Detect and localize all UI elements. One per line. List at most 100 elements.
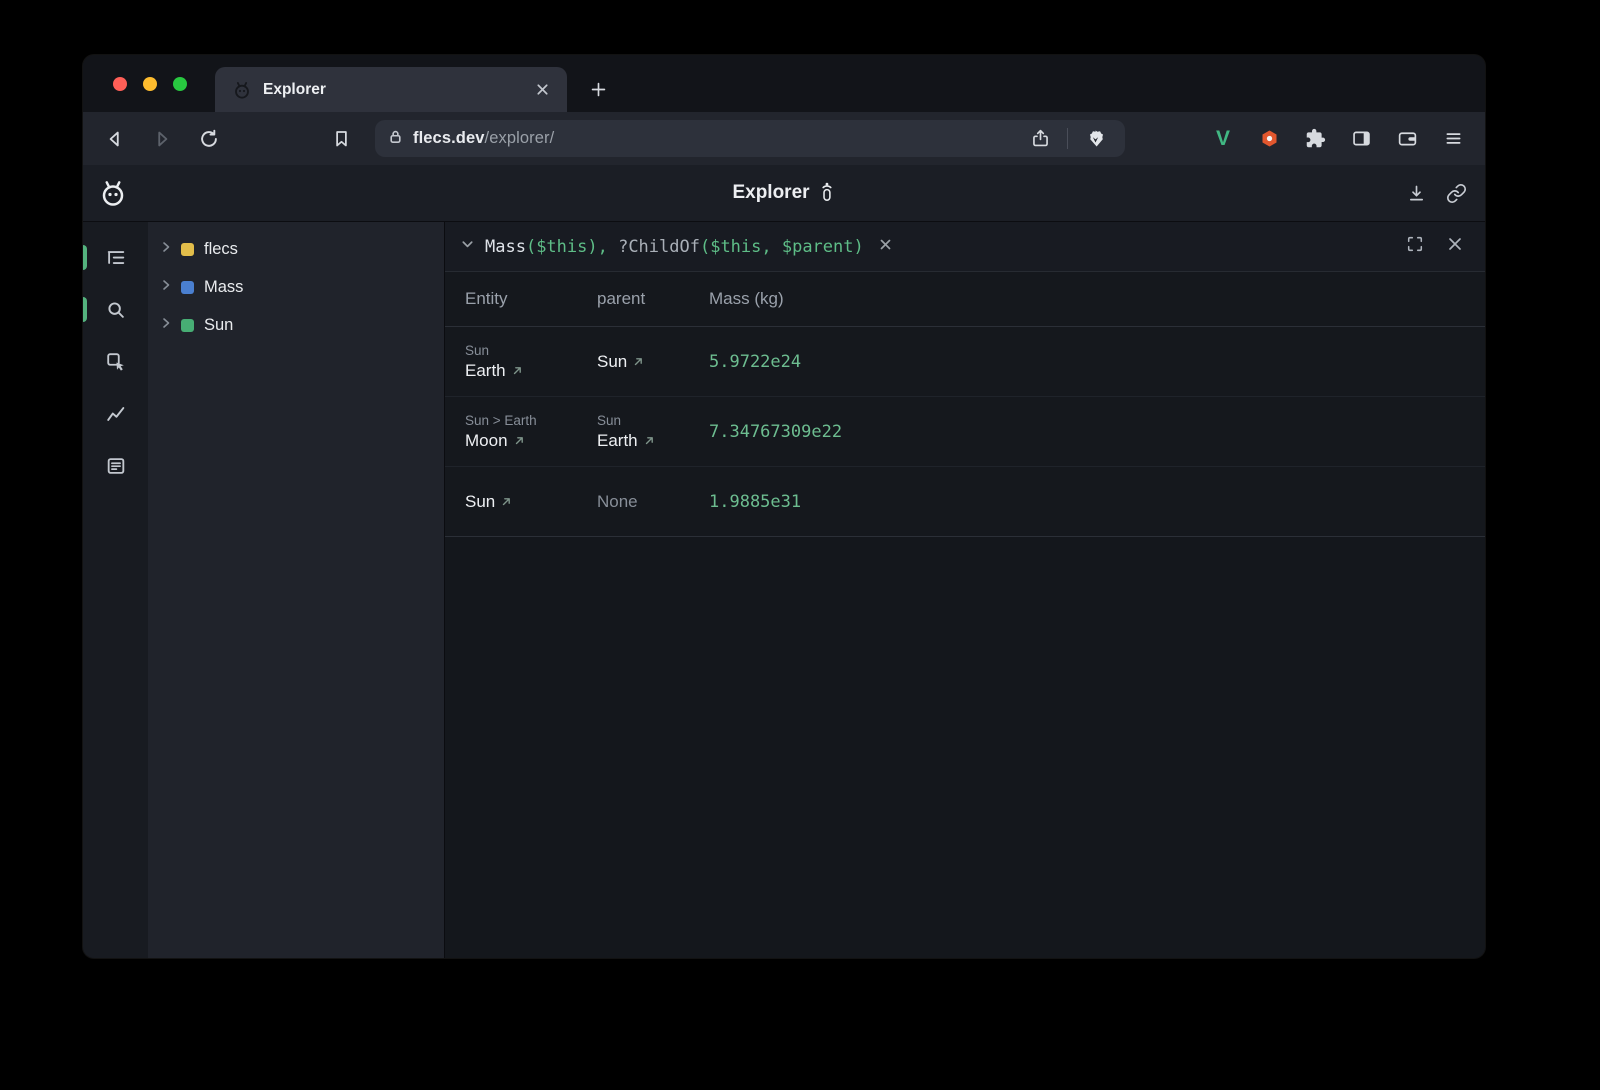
url-domain: flecs.dev xyxy=(413,129,485,147)
results-table-header: Entity parent Mass (kg) xyxy=(445,272,1485,327)
parent-link[interactable]: Earth xyxy=(597,431,709,451)
query-panel-button[interactable] xyxy=(83,292,148,327)
entity-color-swatch xyxy=(181,243,194,256)
toolbar-divider xyxy=(1067,128,1068,149)
panel-rail xyxy=(83,222,148,958)
close-query-icon[interactable] xyxy=(1447,236,1463,257)
parent-link[interactable]: Sun xyxy=(597,352,709,372)
mass-value: 7.34767309e22 xyxy=(709,422,1485,442)
fullscreen-icon[interactable] xyxy=(1406,235,1424,258)
window-controls xyxy=(113,77,187,91)
console-panel-button[interactable] xyxy=(83,448,148,483)
flecs-logo-icon xyxy=(97,177,129,209)
browser-toolbar: flecs.dev/explorer/ V xyxy=(83,112,1485,165)
parent-none-label: None xyxy=(597,492,709,512)
hexagon-extension-icon[interactable] xyxy=(1252,122,1286,156)
tree-item-label: Mass xyxy=(204,278,243,297)
parent-cell: None xyxy=(597,492,709,512)
chevron-right-icon[interactable] xyxy=(160,278,172,296)
close-window-button[interactable] xyxy=(113,77,127,91)
entity-name: Sun xyxy=(465,492,495,512)
entity-tree-panel-button[interactable] xyxy=(83,240,148,275)
chevron-right-icon[interactable] xyxy=(160,240,172,258)
remote-connection-icon[interactable] xyxy=(819,180,836,207)
parent-name: Earth xyxy=(597,431,638,451)
parent-parent-path: Sun xyxy=(597,413,709,428)
tree-item-flecs[interactable]: flecs xyxy=(148,230,444,268)
header-actions xyxy=(1399,176,1473,210)
back-button[interactable] xyxy=(95,119,135,159)
tab-title: Explorer xyxy=(263,81,519,99)
entity-cell: Sun > Earth Moon xyxy=(465,413,597,451)
tab-close-icon[interactable] xyxy=(530,78,554,102)
lock-icon xyxy=(388,129,403,149)
share-link-icon[interactable] xyxy=(1439,176,1473,210)
tree-item-mass[interactable]: Mass xyxy=(148,268,444,306)
minimize-window-button[interactable] xyxy=(143,77,157,91)
inspector-panel-button[interactable] xyxy=(83,344,148,379)
entity-parent-path: Sun xyxy=(465,343,597,358)
active-indicator xyxy=(83,245,87,270)
share-icon[interactable] xyxy=(1023,122,1057,156)
parent-cell: Sun xyxy=(597,352,709,372)
clear-query-icon[interactable] xyxy=(879,238,892,256)
new-tab-button[interactable] xyxy=(583,74,614,105)
explorer-header: Explorer xyxy=(83,165,1485,222)
download-icon[interactable] xyxy=(1399,176,1433,210)
entity-color-swatch xyxy=(181,319,194,332)
mass-value: 1.9885e31 xyxy=(709,492,1485,512)
chevron-down-icon[interactable] xyxy=(460,237,475,257)
menu-icon[interactable] xyxy=(1436,122,1470,156)
entity-link[interactable]: Sun xyxy=(465,492,597,512)
tree-item-sun[interactable]: Sun xyxy=(148,306,444,344)
entity-cell: Sun Earth xyxy=(465,343,597,381)
query-args: ($this), xyxy=(526,237,618,257)
entity-parent-path: Sun > Earth xyxy=(465,413,597,428)
sidebar-toggle-icon[interactable] xyxy=(1344,122,1378,156)
entity-link[interactable]: Earth xyxy=(465,361,597,381)
vue-devtools-icon[interactable]: V xyxy=(1206,122,1240,156)
table-row: Sun None 1.9885e31 xyxy=(445,467,1485,537)
brave-shields-icon[interactable] xyxy=(1078,122,1112,156)
reload-button[interactable] xyxy=(189,119,229,159)
query-panel: Mass($this), ?ChildOf($this, $parent) En… xyxy=(445,222,1485,958)
mass-value: 5.9722e24 xyxy=(709,352,1485,372)
query-header: Mass($this), ?ChildOf($this, $parent) xyxy=(445,222,1485,272)
entity-color-swatch xyxy=(181,281,194,294)
flecs-favicon-icon xyxy=(231,79,252,100)
external-link-icon xyxy=(644,431,655,451)
query-term: Mass xyxy=(485,237,526,257)
table-row: Sun > Earth Moon Sun Earth 7.34767309e22 xyxy=(445,397,1485,467)
extensions-group: V xyxy=(1206,122,1473,156)
browser-tab-explorer[interactable]: Explorer xyxy=(215,67,567,112)
column-header-mass: Mass (kg) xyxy=(709,289,1485,309)
extensions-puzzle-icon[interactable] xyxy=(1298,122,1332,156)
url-path: /explorer/ xyxy=(485,129,555,147)
query-term: ?ChildOf xyxy=(618,237,700,257)
forward-button[interactable] xyxy=(142,119,182,159)
vue-logo: V xyxy=(1216,127,1230,151)
query-args: ($this, $parent) xyxy=(700,237,864,257)
parent-name: None xyxy=(597,492,638,512)
address-bar[interactable]: flecs.dev/explorer/ xyxy=(375,120,1125,157)
tab-strip: Explorer xyxy=(83,55,1485,112)
explorer-body: flecs Mass Sun Mass($this), ?ChildOf($th… xyxy=(83,222,1485,958)
chevron-right-icon[interactable] xyxy=(160,316,172,334)
column-header-parent: parent xyxy=(597,289,709,309)
entity-tree-panel: flecs Mass Sun xyxy=(148,222,445,958)
entity-cell: Sun xyxy=(465,492,597,512)
stats-panel-button[interactable] xyxy=(83,396,148,431)
nav-buttons xyxy=(95,119,229,159)
query-input[interactable]: Mass($this), ?ChildOf($this, $parent) xyxy=(485,237,864,257)
url-text: flecs.dev/explorer/ xyxy=(413,129,554,148)
wallet-icon[interactable] xyxy=(1390,122,1424,156)
zoom-window-button[interactable] xyxy=(173,77,187,91)
external-link-icon xyxy=(514,431,525,451)
entity-link[interactable]: Moon xyxy=(465,431,597,451)
entity-name: Earth xyxy=(465,361,506,381)
external-link-icon xyxy=(501,492,512,512)
entity-name: Moon xyxy=(465,431,508,451)
column-header-entity: Entity xyxy=(465,289,597,309)
external-link-icon xyxy=(633,352,644,372)
bookmark-icon[interactable] xyxy=(321,119,361,159)
